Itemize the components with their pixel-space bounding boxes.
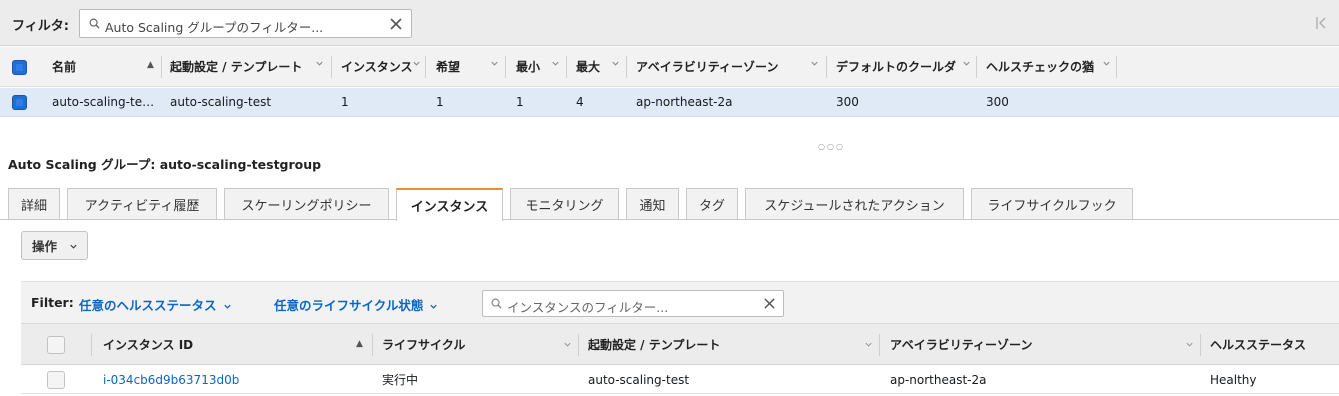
- col-max[interactable]: 最大: [576, 47, 612, 86]
- chevron-down-icon[interactable]: [412, 59, 421, 68]
- chevron-down-icon: [223, 304, 231, 309]
- sort-asc-icon[interactable]: ▲: [356, 339, 363, 349]
- tab-notifications[interactable]: 通知: [626, 188, 679, 219]
- health-status-cell: Healthy: [1210, 372, 1257, 387]
- collapse-panel-icon[interactable]: [1315, 15, 1327, 31]
- col-health-check-grace[interactable]: ヘルスチェックの猶: [986, 47, 1102, 86]
- col-lifecycle[interactable]: ライフサイクル: [382, 324, 562, 364]
- tab-tags[interactable]: タグ: [686, 188, 738, 219]
- chevron-down-icon[interactable]: [962, 59, 971, 68]
- col-desired[interactable]: 希望: [436, 47, 486, 86]
- column-divider[interactable]: [161, 56, 162, 78]
- search-icon: [491, 298, 502, 309]
- row-checkbox[interactable]: [47, 371, 65, 389]
- column-divider[interactable]: [826, 56, 827, 78]
- search-icon: [89, 18, 100, 29]
- tab-activity-history[interactable]: アクティビティ履歴: [67, 188, 217, 219]
- column-divider[interactable]: [578, 334, 579, 356]
- desired-cell: 1: [436, 95, 444, 109]
- max-cell: 4: [576, 95, 584, 109]
- col-availability-zone[interactable]: アベイラビリティーゾーン: [636, 47, 806, 86]
- instance-id-link[interactable]: i-034cb6d9b63713d0b: [103, 366, 353, 393]
- column-divider[interactable]: [626, 56, 627, 78]
- details-tabs: 詳細 アクティビティ履歴 スケーリングポリシー インスタンス モニタリング 通知…: [0, 188, 1339, 221]
- instance-table-header: インスタンス ID ▲ ライフサイクル 起動設定 / テンプレート アベイラビリ…: [21, 323, 1339, 365]
- select-all-instances-checkbox[interactable]: [47, 336, 65, 354]
- col-default-cooldown[interactable]: デフォルトのクールダ: [836, 47, 962, 86]
- tab-monitoring[interactable]: モニタリング: [510, 188, 619, 219]
- column-divider[interactable]: [879, 334, 880, 356]
- chevron-down-icon[interactable]: [1185, 340, 1194, 349]
- col-availability-zone[interactable]: アベイラビリティーゾーン: [890, 324, 1170, 364]
- col-launch-config[interactable]: 起動設定 / テンプレート: [588, 324, 848, 364]
- actions-label: 操作: [32, 239, 58, 254]
- health-grace-cell: 300: [986, 95, 1009, 109]
- column-divider[interactable]: [976, 56, 977, 78]
- chevron-down-icon[interactable]: [551, 59, 560, 68]
- instance-filter-label: Filter:: [31, 295, 74, 310]
- health-status-filter-label: 任意のヘルスステータス: [79, 298, 217, 313]
- resize-handle[interactable]: ○○○: [818, 142, 845, 151]
- lifecycle-cell: 実行中: [382, 373, 419, 387]
- table-row[interactable]: auto-scaling-te… auto-scaling-test 1 1 1…: [0, 88, 1339, 117]
- lifecycle-state-filter-label: 任意のライフサイクル状態: [274, 298, 424, 313]
- group-table-header: 名前 ▲ 起動設定 / テンプレート インスタンス 希望 最小 最大 アベイラビ…: [0, 47, 1339, 87]
- col-launch-config[interactable]: 起動設定 / テンプレート: [170, 47, 320, 86]
- row-checkbox[interactable]: [12, 95, 27, 110]
- details-title: Auto Scaling グループ: auto-scaling-testgrou…: [8, 157, 322, 172]
- column-divider[interactable]: [1200, 334, 1201, 356]
- tab-scaling-policies[interactable]: スケーリングポリシー: [224, 188, 389, 219]
- clear-icon[interactable]: [763, 297, 776, 310]
- sort-asc-icon[interactable]: ▲: [147, 60, 154, 70]
- chevron-down-icon: [430, 304, 438, 309]
- actions-button[interactable]: 操作: [21, 231, 88, 260]
- chevron-down-icon[interactable]: [810, 59, 819, 68]
- tab-instances[interactable]: インスタンス: [396, 188, 503, 221]
- az-cell: ap-northeast-2a: [890, 372, 987, 387]
- min-cell: 1: [516, 95, 524, 109]
- az-cell: ap-northeast-2a: [636, 95, 733, 109]
- lifecycle-state-filter[interactable]: 任意のライフサイクル状態: [274, 295, 438, 314]
- instances-cell: 1: [341, 95, 349, 109]
- tab-scheduled-actions[interactable]: スケジュールされたアクション: [745, 188, 964, 219]
- select-all-checkbox[interactable]: [12, 60, 27, 75]
- col-name[interactable]: 名前: [52, 47, 142, 86]
- launch-config-cell: auto-scaling-test: [170, 95, 272, 109]
- group-filter-bar: フィルタ: Auto Scaling グループのフィルター...: [0, 0, 1339, 46]
- chevron-down-icon[interactable]: [315, 59, 324, 68]
- column-divider[interactable]: [331, 56, 332, 78]
- chevron-down-icon[interactable]: [864, 340, 873, 349]
- chevron-down-icon[interactable]: [611, 59, 620, 68]
- filter-label: フィルタ:: [12, 19, 69, 34]
- column-divider[interactable]: [91, 334, 92, 356]
- instance-search-input[interactable]: インスタンスのフィルター...: [482, 290, 784, 317]
- column-divider[interactable]: [372, 334, 373, 356]
- group-filter-placeholder: Auto Scaling グループのフィルター...: [105, 20, 324, 35]
- tab-details[interactable]: 詳細: [8, 188, 60, 219]
- chevron-down-icon[interactable]: [563, 340, 572, 349]
- chevron-down-icon[interactable]: [1102, 59, 1111, 68]
- col-min[interactable]: 最小: [516, 47, 552, 86]
- health-status-filter[interactable]: 任意のヘルスステータス: [79, 295, 232, 314]
- col-instances[interactable]: インスタンス: [341, 47, 415, 86]
- group-filter-input[interactable]: Auto Scaling グループのフィルター...: [79, 9, 412, 38]
- tab-lifecycle-hooks[interactable]: ライフサイクルフック: [971, 188, 1133, 219]
- column-divider[interactable]: [566, 56, 567, 78]
- column-divider[interactable]: [1116, 56, 1117, 78]
- group-name-cell: auto-scaling-te…: [52, 95, 155, 109]
- chevron-down-icon[interactable]: [490, 59, 499, 68]
- chevron-down-icon: [70, 244, 77, 249]
- cooldown-cell: 300: [836, 95, 859, 109]
- col-instance-id[interactable]: インスタンス ID: [103, 324, 303, 364]
- clear-icon[interactable]: [389, 17, 403, 31]
- launch-config-cell: auto-scaling-test: [588, 372, 690, 387]
- table-row[interactable]: i-034cb6d9b63713d0b 実行中 auto-scaling-tes…: [21, 366, 1339, 394]
- column-divider[interactable]: [425, 56, 426, 78]
- instance-filter-bar: Filter: 任意のヘルスステータス 任意のライフサイクル状態 インスタンスの…: [21, 281, 1339, 323]
- col-health-status[interactable]: ヘルスステータス: [1210, 324, 1335, 364]
- column-divider[interactable]: [505, 56, 506, 78]
- instance-search-placeholder: インスタンスのフィルター...: [507, 300, 669, 315]
